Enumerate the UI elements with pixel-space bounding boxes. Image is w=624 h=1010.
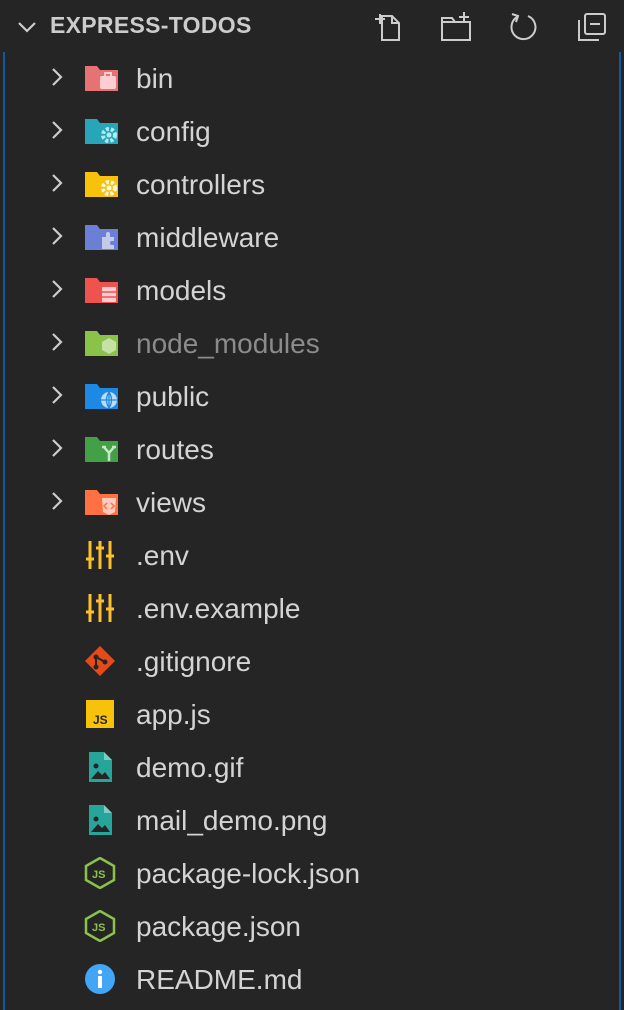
image-icon bbox=[89, 805, 112, 835]
tree-item-label: .gitignore bbox=[136, 646, 252, 677]
folder-routes-icon bbox=[85, 437, 118, 462]
tree-item-label: public bbox=[136, 381, 210, 412]
tree-folder-views[interactable]: views bbox=[0, 476, 624, 528]
tree-file-app-js[interactable]: JS app.js bbox=[0, 688, 624, 740]
env-file-icon bbox=[86, 594, 114, 622]
tree-folder-config[interactable]: config bbox=[0, 105, 624, 157]
tree-folder-node-modules[interactable]: node_modules bbox=[0, 317, 624, 369]
refresh-button[interactable] bbox=[505, 8, 543, 46]
tree-item-label: node_modules bbox=[136, 328, 320, 359]
chevron-right-icon[interactable] bbox=[44, 382, 70, 408]
tree-item-label: app.js bbox=[136, 699, 211, 730]
tree-file-package-json[interactable]: JS package.json bbox=[0, 900, 624, 952]
tree-file-env[interactable]: .env bbox=[0, 529, 624, 581]
chevron-right-icon[interactable] bbox=[44, 64, 70, 90]
file-tree: bin config controllers middleware models… bbox=[0, 52, 624, 1010]
svg-text:JS: JS bbox=[92, 869, 105, 881]
git-icon bbox=[85, 646, 115, 676]
folder-models-icon bbox=[85, 278, 118, 303]
tree-item-label: .env bbox=[136, 540, 189, 571]
explorer-title: EXPRESS-TODOS bbox=[50, 12, 252, 38]
tree-item-label: bin bbox=[136, 63, 174, 94]
folder-public-icon bbox=[85, 384, 118, 409]
new-folder-icon bbox=[441, 12, 471, 41]
collapse-all-button[interactable] bbox=[573, 8, 611, 46]
folder-middleware-icon bbox=[85, 225, 118, 250]
tree-item-label: mail_demo.png bbox=[136, 805, 328, 836]
tree-folder-routes[interactable]: routes bbox=[0, 423, 624, 475]
collapse-all-icon bbox=[578, 13, 606, 41]
tree-folder-bin[interactable]: bin bbox=[0, 52, 624, 104]
chevron-right-icon[interactable] bbox=[44, 117, 70, 143]
tree-item-label: middleware bbox=[136, 222, 280, 253]
tree-file-readme-md[interactable]: README.md bbox=[0, 953, 624, 1005]
tree-item-label: views bbox=[136, 487, 207, 518]
chevron-right-icon[interactable] bbox=[44, 435, 70, 461]
tree-file-package-lock-json[interactable]: JS package-lock.json bbox=[0, 847, 624, 899]
new-folder-button[interactable] bbox=[437, 8, 475, 46]
refresh-icon bbox=[510, 13, 537, 41]
svg-text:JS: JS bbox=[92, 922, 105, 934]
folder-bin-icon bbox=[85, 66, 118, 91]
env-file-icon bbox=[86, 541, 114, 569]
tree-folder-public[interactable]: public bbox=[0, 370, 624, 422]
explorer-header[interactable]: EXPRESS-TODOS bbox=[0, 0, 624, 52]
chevron-right-icon[interactable] bbox=[44, 223, 70, 249]
tree-file-gitignore[interactable]: .gitignore bbox=[0, 635, 624, 687]
nodejs-icon: JS bbox=[84, 857, 116, 889]
tree-file-env-example[interactable]: .env.example bbox=[0, 582, 624, 634]
tree-folder-models[interactable]: models bbox=[0, 264, 624, 316]
image-icon bbox=[89, 752, 112, 782]
chevron-right-icon[interactable] bbox=[44, 170, 70, 196]
chevron-right-icon[interactable] bbox=[44, 329, 70, 355]
chevron-down-icon[interactable] bbox=[14, 14, 40, 40]
tree-file-mail-demo-png[interactable]: mail_demo.png bbox=[0, 794, 624, 846]
tree-item-label: models bbox=[136, 275, 227, 306]
chevron-right-icon[interactable] bbox=[44, 488, 70, 514]
tree-item-label: package-lock.json bbox=[136, 858, 361, 889]
tree-item-label: package.json bbox=[136, 911, 302, 942]
javascript-icon: JS bbox=[86, 700, 114, 728]
tree-item-label: README.md bbox=[136, 964, 303, 995]
tree-item-label: .env.example bbox=[136, 593, 301, 624]
tree-folder-controllers[interactable]: controllers bbox=[0, 158, 624, 210]
folder-views-icon bbox=[85, 490, 118, 515]
folder-node-icon bbox=[85, 331, 118, 356]
svg-text:JS: JS bbox=[93, 713, 108, 727]
new-file-button[interactable] bbox=[370, 8, 408, 46]
nodejs-icon: JS bbox=[84, 910, 116, 942]
tree-item-label: demo.gif bbox=[136, 752, 244, 783]
tree-folder-middleware[interactable]: middleware bbox=[0, 211, 624, 263]
tree-item-label: config bbox=[136, 116, 211, 147]
chevron-right-icon[interactable] bbox=[44, 276, 70, 302]
info-icon bbox=[85, 964, 115, 994]
new-file-icon bbox=[375, 14, 400, 41]
tree-item-label: routes bbox=[136, 434, 214, 465]
folder-config-icon bbox=[85, 119, 118, 144]
tree-file-demo-gif[interactable]: demo.gif bbox=[0, 741, 624, 793]
tree-item-label: controllers bbox=[136, 169, 266, 200]
folder-controllers-icon bbox=[85, 172, 118, 197]
